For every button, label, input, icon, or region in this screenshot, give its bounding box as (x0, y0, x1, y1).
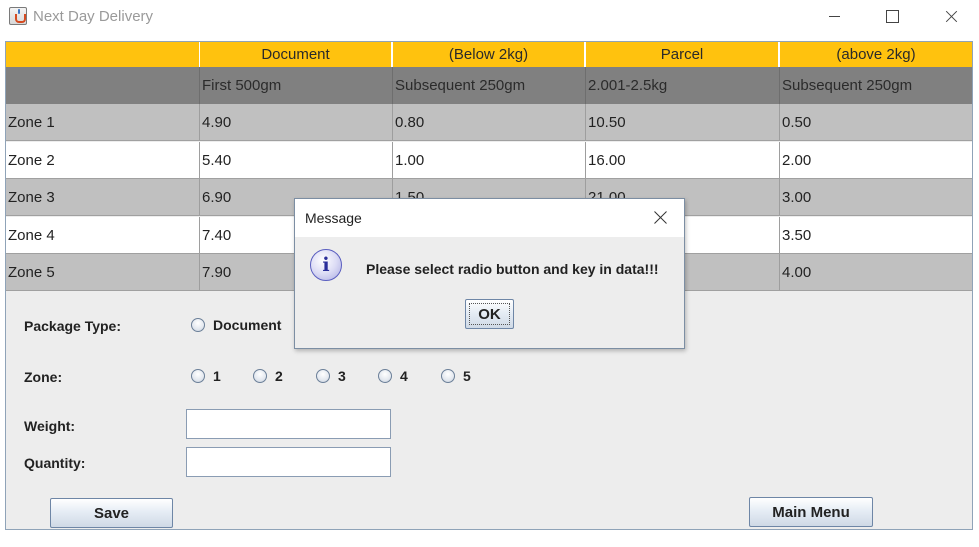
zone-3-radio[interactable]: 3 (316, 368, 346, 384)
table-header-cell: Parcel (586, 42, 780, 67)
table-cell[interactable]: Zone 3 (6, 179, 200, 215)
zone-1-radio[interactable]: 1 (191, 368, 221, 384)
close-icon[interactable] (651, 208, 669, 226)
table-row[interactable]: Zone 2 5.40 1.00 16.00 2.00 (6, 142, 972, 179)
radio-circle[interactable] (191, 318, 205, 332)
radio-label: 5 (463, 368, 471, 384)
radio-circle[interactable] (191, 369, 205, 383)
ok-button[interactable]: OK (465, 299, 514, 329)
table-cell[interactable]: 1.00 (393, 142, 586, 178)
package-type-document-radio[interactable]: Document (191, 317, 281, 333)
table-cell[interactable]: 4.90 (200, 104, 393, 140)
table-subheader-cell[interactable]: Subsequent 250gm (780, 67, 972, 104)
java-app-icon (9, 7, 27, 25)
quantity-label: Quantity: (24, 455, 86, 471)
table-cell[interactable]: Zone 4 (6, 217, 200, 253)
radio-circle[interactable] (441, 369, 455, 383)
table-header-cell: Document (200, 42, 393, 67)
zone-4-radio[interactable]: 4 (378, 368, 408, 384)
table-header-cell: (Below 2kg) (393, 42, 586, 67)
close-window-button[interactable] (928, 0, 974, 34)
table-subheader-cell[interactable] (6, 67, 200, 104)
quantity-input[interactable] (186, 447, 391, 477)
dialog-message: Please select radio button and key in da… (366, 261, 659, 277)
table-row[interactable]: Zone 1 4.90 0.80 10.50 0.50 (6, 104, 972, 141)
weight-input[interactable] (186, 409, 391, 439)
save-button[interactable]: Save (50, 498, 173, 528)
window-title: Next Day Delivery (33, 8, 154, 25)
table-subheader-cell[interactable]: 2.001-2.5kg (586, 67, 780, 104)
table-sub-header-row: First 500gm Subsequent 250gm 2.001-2.5kg… (6, 67, 972, 104)
table-header-cell (6, 42, 200, 67)
radio-label: Document (213, 317, 282, 333)
info-icon: i (310, 249, 342, 281)
zone-2-radio[interactable]: 2 (253, 368, 283, 384)
weight-label: Weight: (24, 418, 76, 434)
radio-label: 1 (213, 368, 221, 384)
zone-5-radio[interactable]: 5 (441, 368, 471, 384)
radio-circle[interactable] (253, 369, 267, 383)
minimize-button[interactable] (812, 0, 858, 34)
table-cell[interactable]: 0.50 (780, 104, 972, 140)
table-subheader-cell[interactable]: Subsequent 250gm (393, 67, 586, 104)
dialog-title: Message (305, 210, 362, 226)
radio-circle[interactable] (316, 369, 330, 383)
table-cell[interactable]: 3.50 (780, 217, 972, 253)
table-subheader-cell[interactable]: First 500gm (200, 67, 393, 104)
radio-label: 2 (275, 368, 283, 384)
message-dialog: Message i Please select radio button and… (294, 198, 685, 349)
zone-label: Zone: (24, 369, 63, 385)
table-cell[interactable]: 2.00 (780, 142, 972, 178)
radio-circle[interactable] (378, 369, 392, 383)
table-group-header-row: Document (Below 2kg) Parcel (above 2kg) (6, 42, 972, 67)
table-cell[interactable]: 5.40 (200, 142, 393, 178)
table-cell[interactable]: 10.50 (586, 104, 780, 140)
table-header-cell: (above 2kg) (780, 42, 972, 67)
table-cell[interactable]: 3.00 (780, 179, 972, 215)
dialog-body: i Please select radio button and key in … (295, 237, 684, 348)
radio-label: 4 (400, 368, 408, 384)
main-menu-button[interactable]: Main Menu (749, 497, 873, 527)
radio-label: 3 (338, 368, 346, 384)
table-cell[interactable]: Zone 1 (6, 104, 200, 140)
title-bar: Next Day Delivery (0, 0, 979, 34)
package-type-label: Package Type: (24, 318, 122, 334)
table-cell[interactable]: 16.00 (586, 142, 780, 178)
maximize-button[interactable] (869, 0, 915, 34)
table-cell[interactable]: 0.80 (393, 104, 586, 140)
table-cell[interactable]: Zone 5 (6, 254, 200, 290)
table-cell[interactable]: Zone 2 (6, 142, 200, 178)
table-cell[interactable]: 4.00 (780, 254, 972, 290)
